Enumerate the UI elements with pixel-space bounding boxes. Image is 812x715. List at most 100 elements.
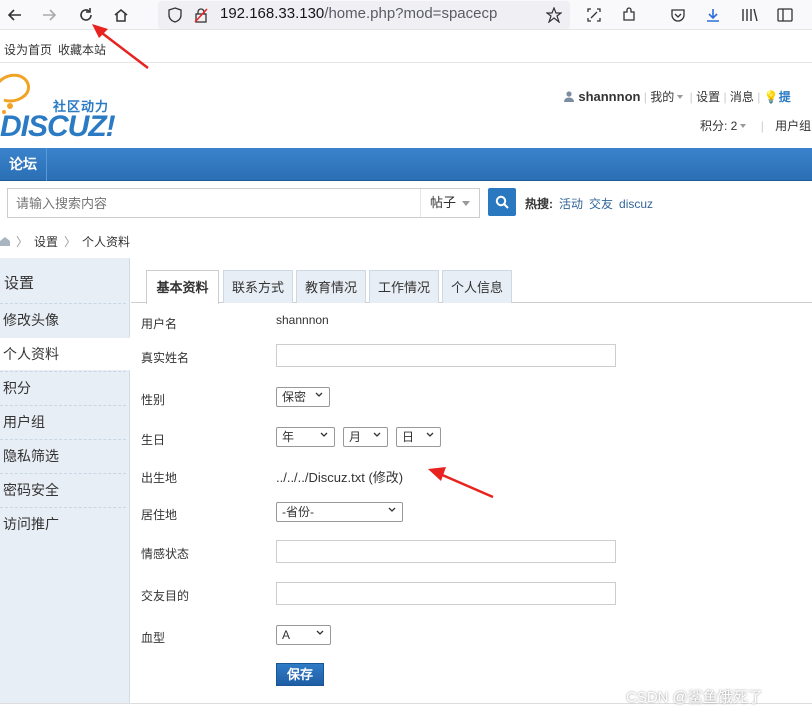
points-menu: 积分: 2 | 用户组: [700, 119, 812, 133]
home-icon[interactable]: [110, 4, 132, 26]
affective-field[interactable]: [276, 540, 616, 563]
username-label: 用户名: [141, 317, 178, 331]
sidebar-item-promotion[interactable]: 访问推广: [0, 507, 126, 540]
address-bar[interactable]: 192.168.33.130/home.php?mod=spacecp: [158, 1, 570, 29]
messages-link[interactable]: 消息: [730, 90, 754, 104]
remind-link[interactable]: 提: [779, 90, 791, 104]
chevron-down-icon: [320, 432, 328, 437]
chevron-down-icon: [426, 432, 434, 437]
username-value: shannnon: [276, 313, 329, 327]
tab-work[interactable]: 工作情况: [369, 270, 439, 303]
sidebar-item-credits[interactable]: 积分: [0, 371, 126, 404]
browser-toolbar: 192.168.33.130/home.php?mod=spacecp: [0, 0, 812, 30]
breadcrumb-settings[interactable]: 设置: [34, 235, 58, 249]
sidebar-item-password[interactable]: 密码安全: [0, 473, 126, 506]
logo-brand: DISCUZ!: [0, 110, 116, 143]
chevron-down-icon: [740, 124, 747, 128]
search-type-label: 帖子: [430, 195, 457, 210]
sidebar-item-privacy[interactable]: 隐私筛选: [0, 439, 126, 472]
tab-contact[interactable]: 联系方式: [223, 270, 293, 303]
bookmark-link[interactable]: 收藏本站: [58, 41, 106, 58]
url-path: /home.php?mod=spacecp: [324, 5, 498, 22]
chevron-down-icon: [373, 432, 381, 437]
pocket-icon[interactable]: [667, 4, 689, 26]
chevron-down-icon: [677, 95, 684, 99]
download-icon[interactable]: [702, 4, 724, 26]
gender-value: 保密: [282, 390, 307, 404]
affective-label: 情感状态: [141, 547, 190, 561]
birth-month-select[interactable]: 月: [343, 427, 388, 447]
bookmark-star-icon[interactable]: [543, 4, 565, 26]
url-text: 192.168.33.130/home.php?mod=spacecp: [220, 5, 497, 22]
set-home-link[interactable]: 设为首页: [4, 41, 52, 58]
birth-year-select[interactable]: 年: [276, 427, 335, 447]
user-menu: shannnon | 我的 | 设置 | 消息 | 💡提: [563, 88, 791, 105]
top-links: 设为首页 收藏本站: [0, 35, 812, 63]
my-menu[interactable]: 我的: [650, 90, 674, 104]
residence-label: 居住地: [141, 508, 178, 522]
year-value: 年: [282, 430, 295, 444]
nav-forum[interactable]: 论坛: [0, 148, 47, 181]
birthplace-label: 出生地: [141, 471, 178, 485]
sidebar-item-usergroup[interactable]: 用户组: [0, 405, 126, 438]
settings-sidebar: 设置 修改头像 个人资料 积分 用户组 隐私筛选 密码安全 访问推广: [0, 258, 130, 703]
breadcrumb-profile: 个人资料: [82, 235, 131, 249]
search-box: 帖子: [7, 188, 480, 218]
gender-label: 性别: [141, 393, 166, 407]
chevron-down-icon: [315, 392, 323, 397]
realname-label: 真实姓名: [141, 351, 190, 365]
tab-info[interactable]: 个人信息: [442, 270, 512, 303]
hot-link[interactable]: 交友: [589, 197, 613, 211]
main-nav: 论坛: [0, 148, 812, 181]
annotation-arrow-birthplace: [428, 467, 494, 499]
sidebar-item-avatar[interactable]: 修改头像: [0, 303, 126, 336]
screenshot-icon[interactable]: [583, 4, 605, 26]
library-icon[interactable]: [739, 4, 761, 26]
extensions-icon[interactable]: [618, 4, 640, 26]
chevron-down-icon: [316, 630, 324, 635]
sidebar-title: 设置: [4, 275, 35, 292]
month-value: 月: [349, 430, 362, 444]
search-button[interactable]: [488, 188, 516, 216]
realname-field[interactable]: [276, 344, 616, 367]
birthplace-value[interactable]: ../../../Discuz.txt (修改): [276, 467, 403, 486]
points-link[interactable]: 积分: 2: [700, 119, 737, 133]
insecure-lock-icon[interactable]: [190, 4, 212, 26]
forward-icon[interactable]: [38, 4, 60, 26]
reload-icon[interactable]: [75, 4, 97, 26]
home-icon[interactable]: [0, 235, 10, 246]
province-value: -省份-: [282, 505, 314, 519]
search-type-select[interactable]: 帖子: [420, 189, 480, 217]
hot-link[interactable]: discuz: [619, 197, 653, 211]
birth-day-select[interactable]: 日: [396, 427, 441, 447]
caret-down-icon: [462, 201, 470, 206]
settings-link[interactable]: 设置: [696, 90, 720, 104]
hot-label: 热搜:: [525, 197, 553, 211]
bloodtype-select[interactable]: A: [276, 625, 331, 645]
bloodtype-label: 血型: [141, 631, 166, 645]
user-icon: [563, 90, 575, 102]
day-value: 日: [402, 430, 415, 444]
username-link[interactable]: shannnon: [578, 89, 640, 104]
bloodtype-value: A: [282, 628, 291, 642]
url-host: 192.168.33.130: [220, 5, 325, 22]
tab-education[interactable]: 教育情况: [296, 270, 366, 303]
tab-basic[interactable]: 基本资料: [146, 270, 219, 304]
save-button[interactable]: 保存: [276, 663, 324, 686]
site-logo[interactable]: 社区动力 DISCUZ!: [0, 70, 130, 143]
watermark: CSDN @鲨鱼饿死了: [626, 689, 763, 706]
search-input[interactable]: [8, 189, 420, 217]
usergroup-link[interactable]: 用户组: [775, 119, 811, 133]
search-icon: [495, 195, 509, 209]
shield-icon[interactable]: [164, 4, 186, 26]
chevron-down-icon: [388, 507, 396, 512]
sidebar-item-profile[interactable]: 个人资料: [0, 337, 130, 370]
hot-link[interactable]: 活动: [559, 197, 583, 211]
gender-select[interactable]: 保密: [276, 387, 330, 407]
birthday-label: 生日: [141, 433, 166, 447]
lookingfor-field[interactable]: [276, 582, 616, 605]
back-icon[interactable]: [4, 4, 26, 26]
province-select[interactable]: -省份-: [276, 502, 403, 522]
breadcrumb: 〉设置〉个人资料: [0, 233, 130, 250]
sidebar-toggle-icon[interactable]: [774, 4, 796, 26]
